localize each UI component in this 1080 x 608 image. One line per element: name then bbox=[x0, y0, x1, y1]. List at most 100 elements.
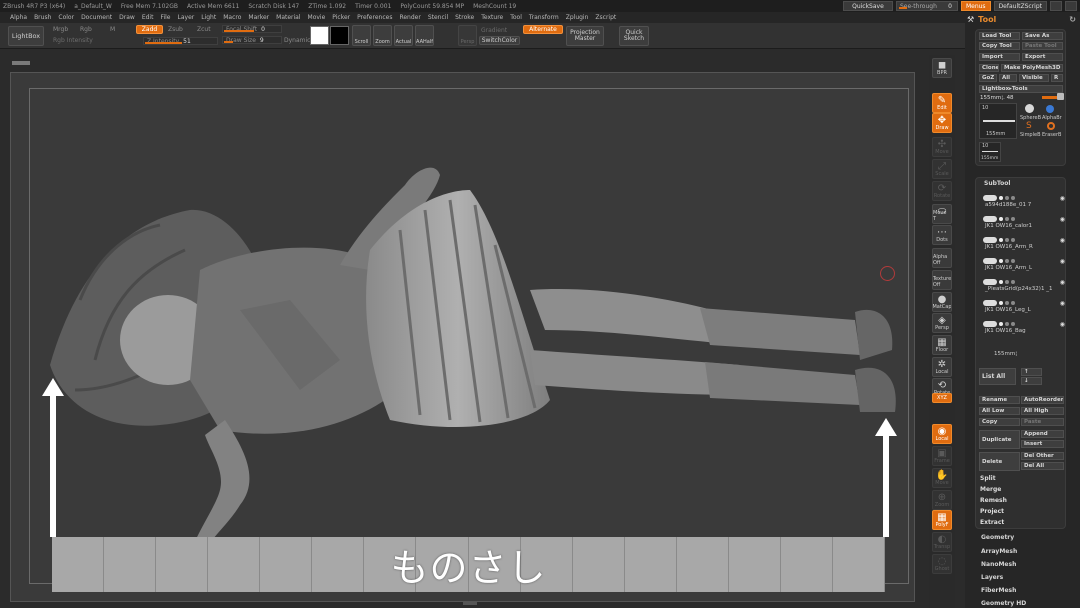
subtool-item[interactable]: ◉ _PleatsGrid(p24x32)1 _1 bbox=[980, 271, 1066, 292]
menu-document[interactable]: Document bbox=[81, 14, 112, 21]
menu-color[interactable]: Color bbox=[58, 14, 74, 21]
alphaoff-button[interactable]: Alpha Off bbox=[932, 248, 952, 268]
menu-marker[interactable]: Marker bbox=[248, 14, 269, 21]
minimize-icon[interactable] bbox=[1050, 1, 1062, 11]
current-tool-thumbnail[interactable]: 10 155mm bbox=[979, 103, 1017, 139]
gradient-button[interactable]: Gradient bbox=[481, 27, 507, 34]
persp-button[interactable]: Persp bbox=[458, 25, 477, 46]
lightbox-tools-button[interactable]: Lightbox▸Tools bbox=[979, 85, 1063, 93]
persp-button[interactable]: ◈ Persp bbox=[932, 313, 952, 333]
geometry-section[interactable]: Geometry bbox=[981, 534, 1014, 541]
seethrough-slider[interactable]: See-through 0 bbox=[895, 1, 958, 11]
menu-render[interactable]: Render bbox=[399, 14, 420, 21]
defaultzscript-button[interactable]: DefaultZScript bbox=[993, 1, 1047, 11]
geometry-hd-section[interactable]: Geometry HD bbox=[981, 600, 1026, 607]
scale-button[interactable]: ⤢ Scale bbox=[932, 159, 952, 179]
dynamic-button[interactable]: Dynamic bbox=[284, 37, 310, 44]
small-tool-thumbnail[interactable]: 10 155mm bbox=[979, 142, 1001, 162]
tool-r-toggle[interactable] bbox=[1057, 93, 1064, 100]
move2-button[interactable]: ✋ Move bbox=[932, 468, 952, 488]
menu-stroke[interactable]: Stroke bbox=[455, 14, 474, 21]
fibermesh-section[interactable]: FiberMesh bbox=[981, 587, 1016, 594]
rename-button[interactable]: Rename bbox=[979, 396, 1020, 404]
menu-edit[interactable]: Edit bbox=[142, 14, 154, 21]
projection-master-button[interactable]: Projection Master bbox=[566, 26, 604, 46]
menu-stencil[interactable]: Stencil bbox=[428, 14, 448, 21]
menu-draw[interactable]: Draw bbox=[119, 14, 135, 21]
tool-palette-header[interactable]: ⚒ Tool ↻ bbox=[965, 12, 1080, 26]
visibility-eye-icon[interactable]: ◉ bbox=[1060, 300, 1065, 307]
layers-section[interactable]: Layers bbox=[981, 574, 1003, 581]
menu-preferences[interactable]: Preferences bbox=[357, 14, 392, 21]
local-button[interactable]: ✲ Local bbox=[932, 357, 952, 377]
material-toggle-icon[interactable] bbox=[1005, 217, 1009, 221]
visibility-eye-icon[interactable]: ◉ bbox=[1060, 237, 1065, 244]
menu-transform[interactable]: Transform bbox=[529, 14, 559, 21]
paste-tool-button[interactable]: Paste Tool bbox=[1022, 42, 1063, 50]
focal-shift-slider[interactable]: Focal Shift 0 bbox=[222, 25, 282, 33]
menu-file[interactable]: File bbox=[160, 14, 170, 21]
subtool-item[interactable]: ◉ JK1 OW16_Arm_L bbox=[980, 250, 1066, 271]
floor-button[interactable]: ▦ Floor bbox=[932, 335, 952, 355]
subtool-item[interactable]: ◉ JK1 OW16_calor1 bbox=[980, 208, 1066, 229]
material-toggle-icon[interactable] bbox=[1005, 196, 1009, 200]
subtool-lock-icon[interactable] bbox=[1011, 280, 1015, 284]
sculpt-model-figure[interactable] bbox=[40, 150, 900, 585]
zsub-button[interactable]: Zsub bbox=[168, 26, 183, 33]
material-toggle-icon[interactable] bbox=[1005, 238, 1009, 242]
remesh-section[interactable]: Remesh bbox=[980, 497, 1007, 504]
menus-button[interactable]: Menus bbox=[960, 1, 991, 11]
subtool-header[interactable]: SubTool bbox=[984, 180, 1010, 187]
rotate-button[interactable]: ⟳ Rotate bbox=[932, 181, 952, 201]
menu-material[interactable]: Material bbox=[276, 14, 300, 21]
transp-button[interactable]: ◐ Transp bbox=[932, 532, 952, 552]
merge-section[interactable]: Merge bbox=[980, 486, 1001, 493]
extract-section[interactable]: Extract bbox=[980, 519, 1004, 526]
eraser-brush-icon[interactable] bbox=[1047, 122, 1055, 130]
scroll-button[interactable]: Scroll bbox=[352, 25, 371, 46]
solo-button[interactable]: ◉ Local bbox=[932, 424, 952, 444]
zadd-button[interactable]: Zadd bbox=[136, 25, 163, 34]
poly-button[interactable]: ▦ PolyF bbox=[932, 510, 952, 530]
make-polymesh-button[interactable]: Make PolyMesh3D bbox=[1001, 64, 1063, 72]
all-low-button[interactable]: All Low bbox=[979, 407, 1020, 415]
zcut-button[interactable]: Zcut bbox=[197, 26, 211, 33]
export-button[interactable]: Export bbox=[1022, 53, 1063, 61]
polypaint-toggle-icon[interactable] bbox=[999, 322, 1003, 326]
subtool-lock-icon[interactable] bbox=[1011, 301, 1015, 305]
draw-button[interactable]: ✥ Draw bbox=[932, 113, 952, 133]
canvas-bottom-scroll[interactable] bbox=[463, 602, 477, 605]
polypaint-toggle-icon[interactable] bbox=[999, 238, 1003, 242]
menu-alpha[interactable]: Alpha bbox=[10, 14, 27, 21]
all-high-button[interactable]: All High bbox=[1021, 407, 1064, 415]
subtool-lock-icon[interactable] bbox=[1011, 322, 1015, 326]
menu-brush[interactable]: Brush bbox=[34, 14, 51, 21]
frame-button[interactable]: ▣ Frame bbox=[932, 446, 952, 466]
aahalf-button[interactable]: AAHalf bbox=[415, 25, 434, 46]
draw-size-slider[interactable]: Draw Size 9 bbox=[222, 36, 282, 44]
menu-zplugin[interactable]: Zplugin bbox=[566, 14, 589, 21]
material-toggle-icon[interactable] bbox=[1005, 259, 1009, 263]
menu-picker[interactable]: Picker bbox=[332, 14, 350, 21]
split-section[interactable]: Split bbox=[980, 475, 996, 482]
lightbox-button[interactable]: LightBox bbox=[8, 26, 44, 46]
tool-alphabr[interactable]: AlphaBr bbox=[1042, 115, 1062, 121]
actual-button[interactable]: Actual bbox=[394, 25, 413, 46]
xyz-button[interactable]: XYZ bbox=[932, 393, 952, 403]
bpr-button[interactable]: ◼ BPR bbox=[932, 58, 952, 78]
delete-button[interactable]: Delete bbox=[979, 452, 1020, 471]
visible-button[interactable]: Visible bbox=[1019, 74, 1049, 82]
polypaint-toggle-icon[interactable] bbox=[999, 280, 1003, 284]
move-up-icon[interactable]: ↑ bbox=[1021, 368, 1042, 376]
ghost-button[interactable]: ◌ Ghost bbox=[932, 554, 952, 574]
copy-tool-button[interactable]: Copy Tool bbox=[979, 42, 1020, 50]
subtool-lock-icon[interactable] bbox=[1011, 196, 1015, 200]
subtool-lock-icon[interactable] bbox=[1011, 238, 1015, 242]
zoom2-button[interactable]: ⊕ Zoom bbox=[932, 490, 952, 510]
canvas-scroll-handle[interactable] bbox=[12, 61, 30, 65]
subtool-item[interactable]: ◉ JK1 OW16_Bag bbox=[980, 313, 1066, 334]
sphere-brush-icon[interactable] bbox=[1025, 104, 1034, 113]
all-button[interactable]: All bbox=[999, 74, 1017, 82]
rgb-button[interactable]: Rgb bbox=[80, 26, 92, 33]
del-all-button[interactable]: Del All bbox=[1021, 462, 1064, 470]
